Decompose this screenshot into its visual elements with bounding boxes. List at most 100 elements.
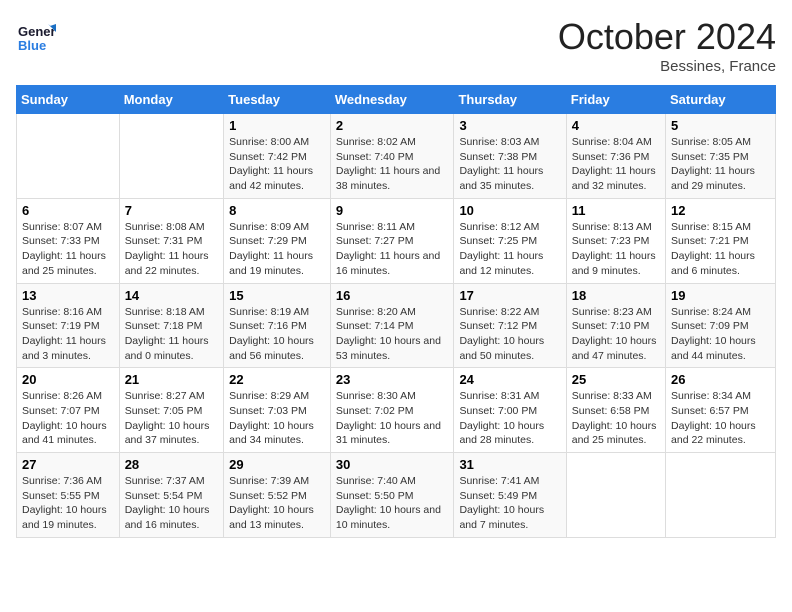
calendar-cell: 2 Sunrise: 8:02 AM Sunset: 7:40 PM Daylig… (330, 114, 454, 199)
weekday-header-sunday: Sunday (17, 86, 120, 114)
calendar-cell: 15 Sunrise: 8:19 AM Sunset: 7:16 PM Dayli… (224, 283, 331, 368)
day-info: Sunrise: 8:24 AM Sunset: 7:09 PM Dayligh… (671, 305, 770, 364)
calendar-cell: 26 Sunrise: 8:34 AM Sunset: 6:57 PM Dayli… (666, 368, 776, 453)
calendar-table: SundayMondayTuesdayWednesdayThursdayFrid… (16, 85, 776, 538)
calendar-week-3: 20 Sunrise: 8:26 AM Sunset: 7:07 PM Dayli… (17, 368, 776, 453)
calendar-cell: 11Sunrise: 8:13 AM Sunset: 7:23 PM Dayli… (566, 198, 665, 283)
day-info: Sunrise: 8:27 AM Sunset: 7:05 PM Dayligh… (125, 389, 218, 448)
calendar-cell: 10 Sunrise: 8:12 AM Sunset: 7:25 PM Dayli… (454, 198, 566, 283)
calendar-cell: 22 Sunrise: 8:29 AM Sunset: 7:03 PM Dayli… (224, 368, 331, 453)
title-block: October 2024 Bessines, France (558, 16, 776, 75)
day-info: Sunrise: 8:33 AM Sunset: 6:58 PM Dayligh… (572, 389, 660, 448)
day-number: 8 (229, 203, 325, 218)
day-info: Sunrise: 8:30 AM Sunset: 7:02 PM Dayligh… (336, 389, 449, 448)
weekday-header-saturday: Saturday (666, 86, 776, 114)
day-info: Sunrise: 8:12 AM Sunset: 7:25 PM Dayligh… (459, 220, 560, 279)
day-number: 11 (572, 203, 660, 218)
calendar-cell: 13Sunrise: 8:16 AM Sunset: 7:19 PM Dayli… (17, 283, 120, 368)
day-info: Sunrise: 8:03 AM Sunset: 7:38 PM Dayligh… (459, 135, 560, 194)
day-info: Sunrise: 8:11 AM Sunset: 7:27 PM Dayligh… (336, 220, 449, 279)
day-info: Sunrise: 8:15 AM Sunset: 7:21 PM Dayligh… (671, 220, 770, 279)
day-number: 26 (671, 372, 770, 387)
day-number: 5 (671, 118, 770, 133)
svg-text:Blue: Blue (18, 38, 46, 53)
day-info: Sunrise: 8:26 AM Sunset: 7:07 PM Dayligh… (22, 389, 114, 448)
day-number: 20 (22, 372, 114, 387)
day-number: 18 (572, 288, 660, 303)
calendar-cell: 25 Sunrise: 8:33 AM Sunset: 6:58 PM Dayli… (566, 368, 665, 453)
day-info: Sunrise: 7:39 AM Sunset: 5:52 PM Dayligh… (229, 474, 325, 533)
day-number: 10 (459, 203, 560, 218)
calendar-cell: 9Sunrise: 8:11 AM Sunset: 7:27 PM Daylig… (330, 198, 454, 283)
day-info: Sunrise: 8:23 AM Sunset: 7:10 PM Dayligh… (572, 305, 660, 364)
month-title: October 2024 (558, 16, 776, 58)
calendar-cell: 14 Sunrise: 8:18 AM Sunset: 7:18 PM Dayli… (119, 283, 223, 368)
day-number: 6 (22, 203, 114, 218)
day-number: 13 (22, 288, 114, 303)
calendar-cell: 30 Sunrise: 7:40 AM Sunset: 5:50 PM Dayli… (330, 453, 454, 538)
day-number: 27 (22, 457, 114, 472)
day-number: 16 (336, 288, 449, 303)
weekday-header-thursday: Thursday (454, 86, 566, 114)
day-info: Sunrise: 8:20 AM Sunset: 7:14 PM Dayligh… (336, 305, 449, 364)
day-info: Sunrise: 8:29 AM Sunset: 7:03 PM Dayligh… (229, 389, 325, 448)
day-number: 15 (229, 288, 325, 303)
calendar-cell: 7 Sunrise: 8:08 AM Sunset: 7:31 PM Daylig… (119, 198, 223, 283)
day-number: 22 (229, 372, 325, 387)
weekday-header-tuesday: Tuesday (224, 86, 331, 114)
logo-icon: General Blue (16, 16, 56, 56)
calendar-cell: 17 Sunrise: 8:22 AM Sunset: 7:12 PM Dayli… (454, 283, 566, 368)
weekday-header-friday: Friday (566, 86, 665, 114)
calendar-cell: 8Sunrise: 8:09 AM Sunset: 7:29 PM Daylig… (224, 198, 331, 283)
day-number: 12 (671, 203, 770, 218)
calendar-week-0: 1 Sunrise: 8:00 AM Sunset: 7:42 PM Daylig… (17, 114, 776, 199)
day-number: 30 (336, 457, 449, 472)
location: Bessines, France (558, 58, 776, 75)
calendar-cell (119, 114, 223, 199)
day-number: 4 (572, 118, 660, 133)
weekday-header-monday: Monday (119, 86, 223, 114)
calendar-cell: 27Sunrise: 7:36 AM Sunset: 5:55 PM Dayli… (17, 453, 120, 538)
calendar-cell: 21 Sunrise: 8:27 AM Sunset: 7:05 PM Dayli… (119, 368, 223, 453)
calendar-cell (566, 453, 665, 538)
calendar-cell: 1 Sunrise: 8:00 AM Sunset: 7:42 PM Daylig… (224, 114, 331, 199)
calendar-cell: 29Sunrise: 7:39 AM Sunset: 5:52 PM Dayli… (224, 453, 331, 538)
day-number: 21 (125, 372, 218, 387)
calendar-cell: 16 Sunrise: 8:20 AM Sunset: 7:14 PM Dayli… (330, 283, 454, 368)
day-number: 24 (459, 372, 560, 387)
day-number: 23 (336, 372, 449, 387)
day-info: Sunrise: 8:22 AM Sunset: 7:12 PM Dayligh… (459, 305, 560, 364)
day-number: 28 (125, 457, 218, 472)
day-info: Sunrise: 8:02 AM Sunset: 7:40 PM Dayligh… (336, 135, 449, 194)
day-number: 14 (125, 288, 218, 303)
calendar-cell: 20 Sunrise: 8:26 AM Sunset: 7:07 PM Dayli… (17, 368, 120, 453)
calendar-cell: 5Sunrise: 8:05 AM Sunset: 7:35 PM Daylig… (666, 114, 776, 199)
day-info: Sunrise: 8:31 AM Sunset: 7:00 PM Dayligh… (459, 389, 560, 448)
calendar-cell: 24 Sunrise: 8:31 AM Sunset: 7:00 PM Dayli… (454, 368, 566, 453)
logo: General Blue (16, 16, 56, 61)
day-number: 17 (459, 288, 560, 303)
calendar-cell: 23 Sunrise: 8:30 AM Sunset: 7:02 PM Dayli… (330, 368, 454, 453)
calendar-week-1: 6 Sunrise: 8:07 AM Sunset: 7:33 PM Daylig… (17, 198, 776, 283)
day-number: 31 (459, 457, 560, 472)
calendar-cell (17, 114, 120, 199)
day-info: Sunrise: 8:00 AM Sunset: 7:42 PM Dayligh… (229, 135, 325, 194)
calendar-cell: 3Sunrise: 8:03 AM Sunset: 7:38 PM Daylig… (454, 114, 566, 199)
day-info: Sunrise: 7:41 AM Sunset: 5:49 PM Dayligh… (459, 474, 560, 533)
day-info: Sunrise: 8:18 AM Sunset: 7:18 PM Dayligh… (125, 305, 218, 364)
day-number: 19 (671, 288, 770, 303)
calendar-cell: 12 Sunrise: 8:15 AM Sunset: 7:21 PM Dayli… (666, 198, 776, 283)
day-number: 2 (336, 118, 449, 133)
day-number: 7 (125, 203, 218, 218)
calendar-week-4: 27Sunrise: 7:36 AM Sunset: 5:55 PM Dayli… (17, 453, 776, 538)
day-info: Sunrise: 8:07 AM Sunset: 7:33 PM Dayligh… (22, 220, 114, 279)
calendar-cell: 4 Sunrise: 8:04 AM Sunset: 7:36 PM Daylig… (566, 114, 665, 199)
day-info: Sunrise: 8:08 AM Sunset: 7:31 PM Dayligh… (125, 220, 218, 279)
calendar-cell: 6 Sunrise: 8:07 AM Sunset: 7:33 PM Daylig… (17, 198, 120, 283)
day-info: Sunrise: 8:19 AM Sunset: 7:16 PM Dayligh… (229, 305, 325, 364)
day-number: 1 (229, 118, 325, 133)
day-number: 25 (572, 372, 660, 387)
day-info: Sunrise: 7:40 AM Sunset: 5:50 PM Dayligh… (336, 474, 449, 533)
day-info: Sunrise: 8:34 AM Sunset: 6:57 PM Dayligh… (671, 389, 770, 448)
day-info: Sunrise: 8:04 AM Sunset: 7:36 PM Dayligh… (572, 135, 660, 194)
